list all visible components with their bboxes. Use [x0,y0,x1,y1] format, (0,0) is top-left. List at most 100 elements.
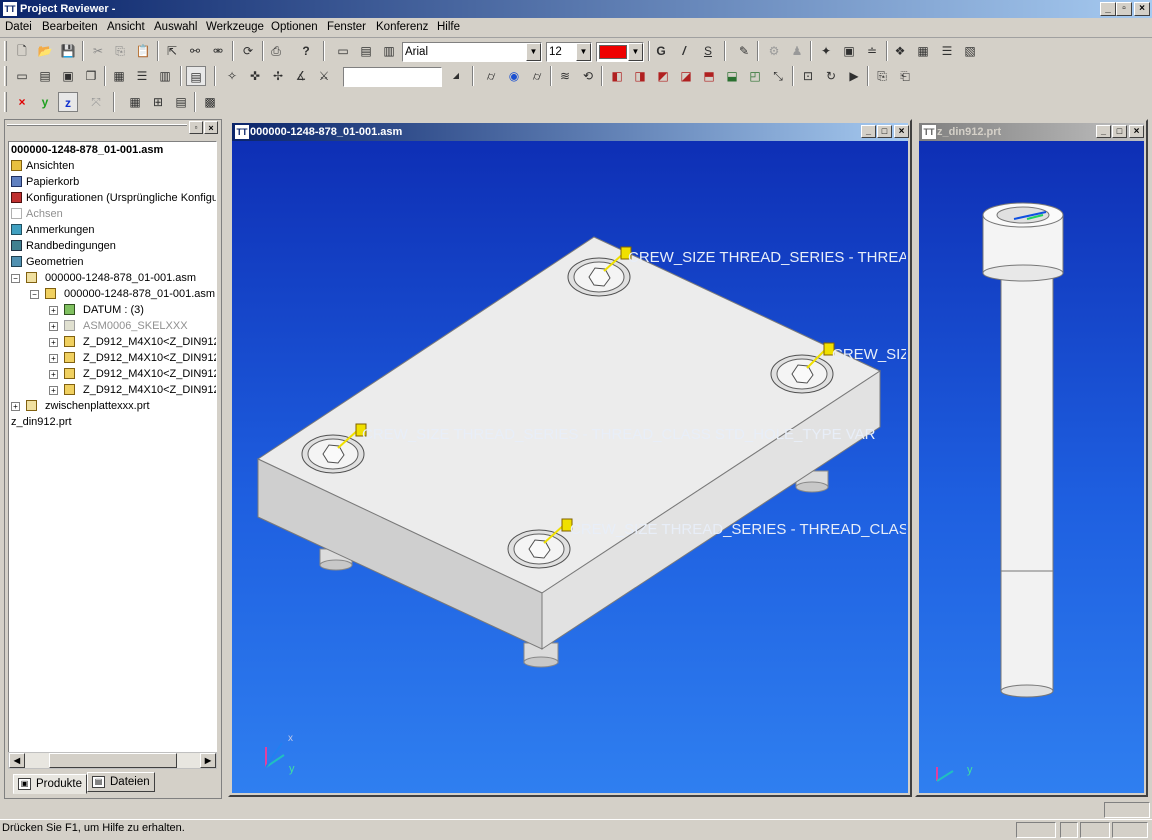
tree-item-screw-4[interactable]: + Z_D912_M4X10<Z_DIN912 [9,382,216,398]
toolbar-grip[interactable] [4,92,7,112]
edit-markup-icon[interactable]: ✎ [734,41,754,61]
wireframe-icon[interactable]: ⌭ [481,66,501,86]
panel-restore-button[interactable]: ▫ [189,121,203,134]
chevron-down-icon[interactable]: ▼ [628,43,643,61]
italic-button[interactable]: / [674,41,694,61]
search-input[interactable] [343,67,442,87]
play-icon[interactable]: ▶ [844,66,864,86]
tree-horizontal-scrollbar[interactable]: ◀ ▶ [8,752,217,769]
copy-icon[interactable]: ⎘ [110,41,130,61]
axis-y-button[interactable]: y [35,92,55,112]
expand-toggle[interactable]: + [49,386,58,395]
window-minimize-button[interactable]: _ [861,125,876,138]
window-maximize-button[interactable]: □ [877,125,892,138]
expand-toggle[interactable]: + [11,402,20,411]
tree-item-ansichten[interactable]: Ansichten [9,158,74,174]
window-red-icon[interactable]: ▣ [58,66,78,86]
tab-produkte[interactable]: ▣ Produkte [13,774,87,794]
expand-toggle[interactable]: + [49,322,58,331]
props-icon[interactable]: ▤ [171,92,191,112]
expand-toggle[interactable]: + [49,370,58,379]
font-name-select[interactable]: Arial ▼ [402,42,542,62]
collapse-toggle[interactable]: − [30,290,39,299]
panel-toggle-icon[interactable]: ▤ [186,66,206,86]
font-size-select[interactable]: 12 ▼ [546,42,592,62]
window-close-button[interactable]: × [1129,125,1144,138]
menu-werkzeuge[interactable]: Werkzeuge [206,21,264,33]
users-icon[interactable]: ♟ [787,41,807,61]
window-minimize-button[interactable]: _ [1096,125,1111,138]
scroll-right-button[interactable]: ▶ [200,753,216,768]
link-icon[interactable]: ⚯ [185,41,205,61]
3d-viewport-part[interactable]: y [919,141,1144,793]
layers-stack-icon[interactable]: ≋ [555,66,575,86]
rotate-part-icon[interactable]: ✢ [268,66,288,86]
explode-icon[interactable]: ✧ [222,66,242,86]
view-iso-icon[interactable]: ◰ [745,66,765,86]
help-icon[interactable]: ? [296,41,316,61]
view-right-icon[interactable]: ◪ [676,66,696,86]
3d-viewport-assembly[interactable]: x y CREW_SIZE THREAD_SERIES - THREAD_CLA… [232,141,908,793]
view-bottom-icon[interactable]: ⬓ [722,66,742,86]
table-icon[interactable]: ▦ [125,92,145,112]
tree-item-skeleton[interactable]: + ASM0006_SKELXXX [9,318,188,334]
screw-model[interactable]: y [919,141,1144,793]
tree-item-screw-2[interactable]: + Z_D912_M4X10<Z_DIN912 [9,350,216,366]
components-icon[interactable]: ❖ [890,41,910,61]
import-icon[interactable]: ⇱ [162,41,182,61]
zoom-fit-icon[interactable]: ⊡ [798,66,818,86]
magic-icon[interactable]: ✦ [816,41,836,61]
tile-horizontal-icon[interactable]: ☰ [132,66,152,86]
assembly-icon[interactable]: ▦ [913,41,933,61]
minimize-button[interactable]: _ [1100,2,1116,16]
print-icon[interactable]: ⎙ [266,41,286,61]
toolbar-grip[interactable] [4,41,7,61]
spin-icon[interactable]: ⟲ [578,66,598,86]
tree-item-papierkorb[interactable]: Papierkorb [9,174,79,190]
new-icon[interactable]: 🗋 [12,41,32,61]
paste-icon[interactable]: 📋 [133,41,153,61]
tree-item-randbedingungen[interactable]: Randbedingungen [9,238,116,254]
hierarchy-icon[interactable]: ⊞ [148,92,168,112]
menu-auswahl[interactable]: Auswahl [154,21,197,33]
font-color-select[interactable]: ▼ [596,42,644,62]
text-note-icon[interactable]: ▭ [333,41,353,61]
cascade-icon[interactable]: ❐ [81,66,101,86]
save-icon[interactable]: 💾 [58,41,78,61]
view-top-icon[interactable]: ⬒ [699,66,719,86]
tree-item-anmerkungen[interactable]: Anmerkungen [9,222,95,238]
ramp-icon[interactable]: ◢ [446,66,466,86]
expand-toggle[interactable]: + [49,306,58,315]
refresh-icon[interactable]: ⟳ [238,41,258,61]
close-button[interactable]: × [1134,2,1150,16]
window-close-button[interactable]: × [894,125,909,138]
calculator-icon[interactable]: ▩ [200,92,220,112]
panel-close-button[interactable]: × [204,121,218,134]
tile-vertical-icon[interactable]: ▥ [155,66,175,86]
comment-icon[interactable]: ▤ [356,41,376,61]
window-icon[interactable]: ▭ [12,66,32,86]
bold-button[interactable]: G [651,41,671,61]
annotation-thread-2[interactable]: CREW_SIZE THREAD_SERIES - THREAD_CLASS S… [832,346,906,363]
scroll-thumb[interactable] [49,753,177,768]
window-list-icon[interactable]: ▤ [35,66,55,86]
chevron-down-icon[interactable]: ▼ [576,43,591,61]
open-icon[interactable]: 📂 [35,41,55,61]
annotation-thread-4[interactable]: CREW_SIZE THREAD_SERIES - THREAD_CLASS S… [570,521,906,538]
scroll-left-button[interactable]: ◀ [9,753,25,768]
tree-item-assembly[interactable]: − 000000-1248-878_01-001.asm [9,270,196,286]
tree-item-datum[interactable]: + DATUM : (3) [9,302,144,318]
view-default-icon[interactable]: ⤡ [768,66,788,86]
rotate-view-icon[interactable]: ↻ [821,66,841,86]
tree-item-screw-1[interactable]: + Z_D912_M4X10<Z_DIN912 [9,334,216,350]
chevron-down-icon[interactable]: ▼ [526,43,541,61]
tree-item-subassembly[interactable]: − 000000-1248-878_01-001.asm [9,286,215,302]
menu-konferenz[interactable]: Konferenz [376,21,428,33]
snapshot-icon[interactable]: ⎘ [872,66,892,86]
markup-icon[interactable]: ▥ [379,41,399,61]
menu-ansicht[interactable]: Ansicht [107,21,145,33]
underline-button[interactable]: S [698,41,718,61]
layers-icon[interactable]: ☰ [937,41,957,61]
axis-triad-icon[interactable]: ⤧ [86,92,106,112]
tab-dateien[interactable]: ▤ Dateien [87,772,155,792]
